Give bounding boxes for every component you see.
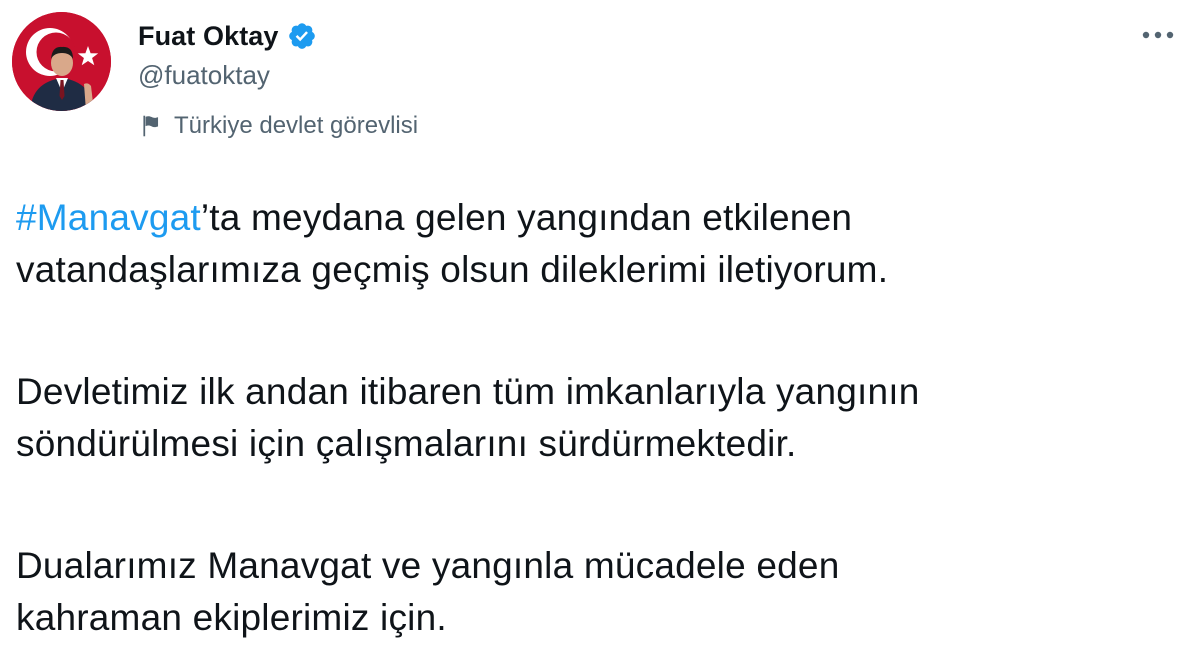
author-handle[interactable]: @fuatoktay xyxy=(138,60,270,91)
tweet-paragraph-3: Dualarımız Manavgat ve yangınla mücadele… xyxy=(16,540,1186,644)
tweet-line: vatandaşlarımıza geçmiş olsun dileklerim… xyxy=(16,249,889,290)
tweet-paragraph-2: Devletimiz ilk andan itibaren tüm imkanl… xyxy=(16,366,1186,470)
flag-icon xyxy=(138,113,164,139)
verified-badge-icon xyxy=(287,21,317,51)
more-dots-icon xyxy=(1142,31,1174,39)
account-label-text[interactable]: Türkiye devlet görevlisi xyxy=(174,112,418,140)
tweet-text-segment: ’ta meydana gelen yangından etkilenen xyxy=(200,197,853,238)
display-name[interactable]: Fuat Oktay xyxy=(138,21,279,52)
more-options-button[interactable] xyxy=(1138,20,1178,50)
avatar[interactable] xyxy=(12,12,111,111)
tweet-line: kahraman ekiplerimiz için. xyxy=(16,597,447,638)
author-name-row: Fuat Oktay xyxy=(138,18,317,54)
tweet-paragraph-1: #Manavgat’ta meydana gelen yangından etk… xyxy=(16,192,1186,296)
tweet-line: Dualarımız Manavgat ve yangınla mücadele… xyxy=(16,545,840,586)
account-label: Türkiye devlet görevlisi xyxy=(138,108,418,144)
hashtag-link[interactable]: #Manavgat xyxy=(16,197,201,238)
tweet-text: #Manavgat’ta meydana gelen yangından etk… xyxy=(16,192,1186,644)
avatar-image xyxy=(12,12,111,111)
tweet-line: Devletimiz ilk andan itibaren tüm imkanl… xyxy=(16,371,920,412)
tweet-card: Fuat Oktay @fuatoktay Türkiye devlet gör… xyxy=(0,0,1200,657)
tweet-line: söndürülmesi için çalışmalarını sürdürme… xyxy=(16,423,797,464)
tweet-line: #Manavgat’ta meydana gelen yangından etk… xyxy=(16,197,852,238)
